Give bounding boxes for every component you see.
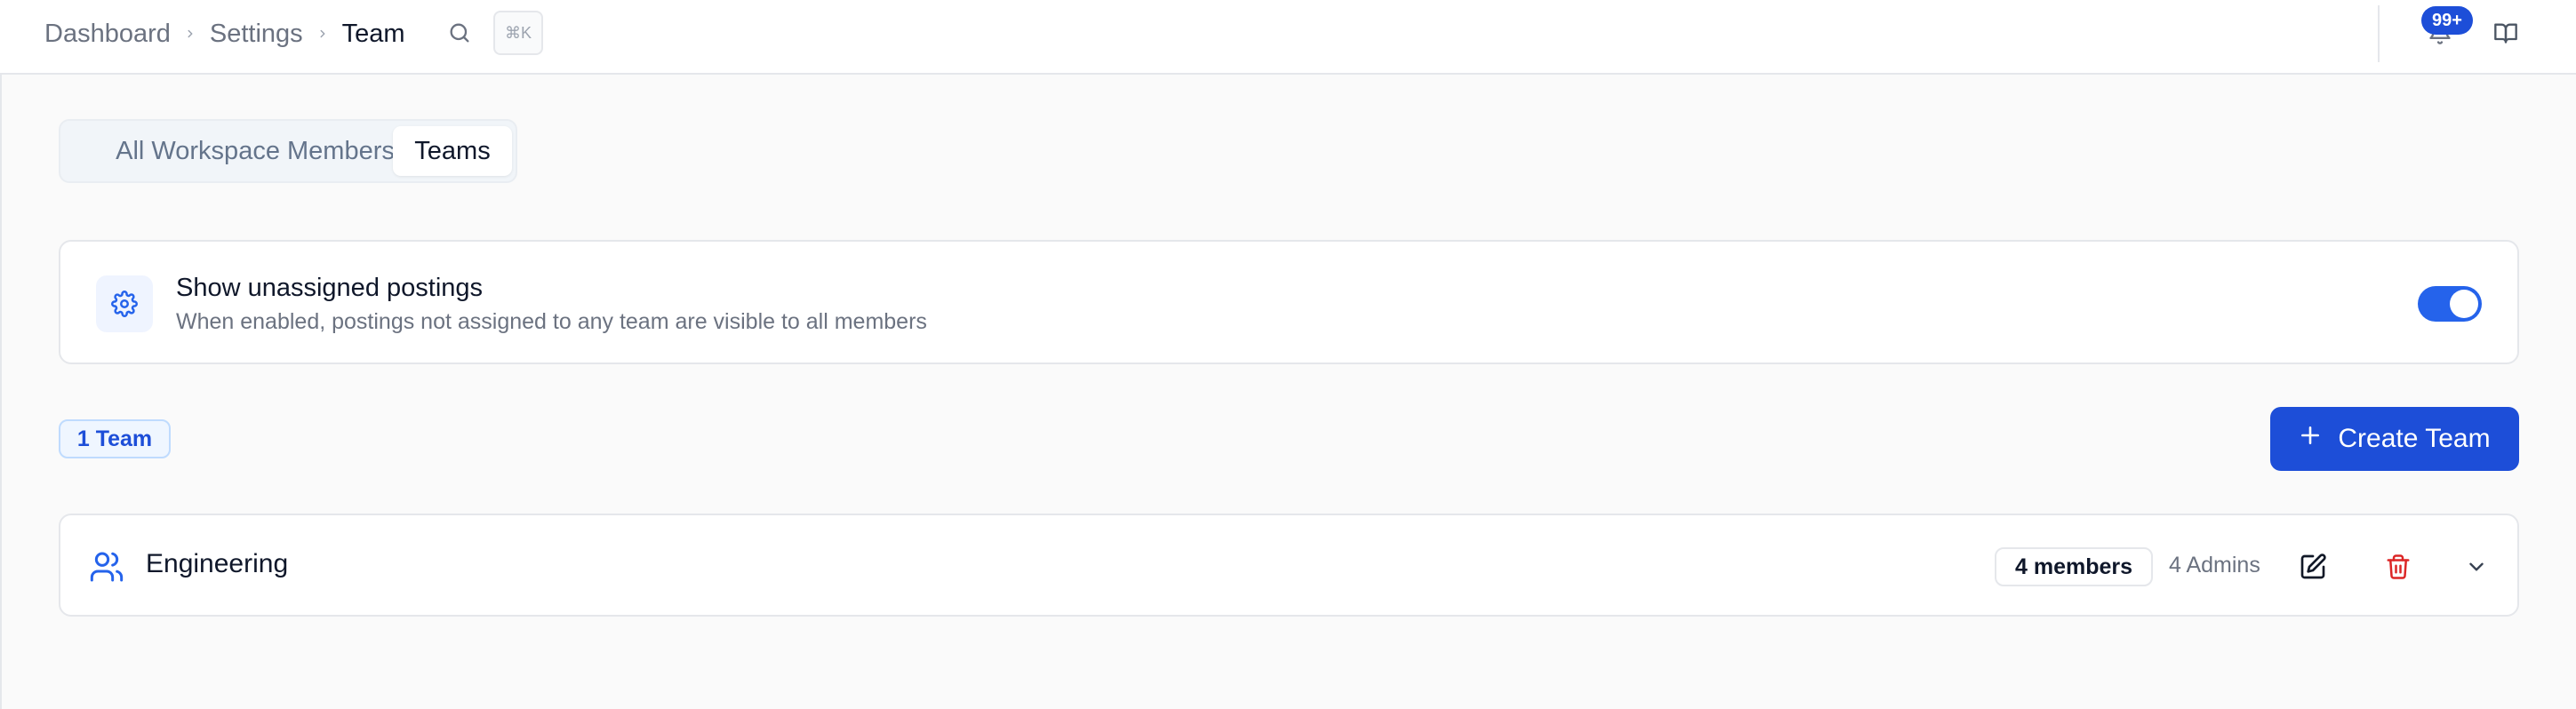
chevron-right-icon [303, 28, 342, 40]
unassigned-postings-setting: Show unassigned postings When enabled, p… [59, 240, 2519, 364]
header-divider [2378, 5, 2380, 62]
members-count-badge: 4 members [1995, 547, 2153, 586]
team-name: Engineering [146, 549, 289, 578]
breadcrumb-team: Team [341, 19, 405, 48]
plus-icon [2299, 424, 2322, 454]
breadcrumb-dashboard[interactable]: Dashboard [44, 20, 171, 49]
create-team-button[interactable]: Create Team [2270, 407, 2519, 471]
toggle-knob [2450, 290, 2478, 318]
book-icon[interactable] [2489, 16, 2523, 50]
gear-icon [96, 275, 153, 332]
breadcrumb: Dashboard Settings Team [44, 16, 405, 52]
create-team-label: Create Team [2338, 424, 2491, 453]
left-border [0, 0, 2, 709]
team-row[interactable]: Engineering 4 members 4 Admins [59, 514, 2519, 617]
setting-title: Show unassigned postings [176, 274, 484, 302]
unassigned-postings-toggle[interactable] [2418, 286, 2482, 322]
search-icon[interactable] [444, 18, 475, 48]
top-bar: Dashboard Settings Team ⌘K 99+ [0, 0, 2576, 75]
chevron-right-icon [171, 28, 210, 40]
notification-badge: 99+ [2421, 6, 2473, 35]
tab-teams[interactable]: Teams [393, 126, 512, 176]
setting-description: When enabled, postings not assigned to a… [176, 309, 927, 334]
chevron-down-icon[interactable] [2457, 547, 2496, 586]
trash-icon[interactable] [2379, 547, 2418, 586]
edit-icon[interactable] [2293, 547, 2332, 586]
team-count-badge: 1 Team [59, 419, 171, 458]
view-tabs: All Workspace Members Teams [59, 119, 517, 183]
breadcrumb-settings[interactable]: Settings [210, 20, 303, 49]
search-shortcut-kbd[interactable]: ⌘K [493, 11, 543, 55]
users-icon [89, 549, 124, 585]
tab-all-workspace-members[interactable]: All Workspace Members [73, 126, 437, 176]
admins-count: 4 Admins [2169, 553, 2260, 578]
